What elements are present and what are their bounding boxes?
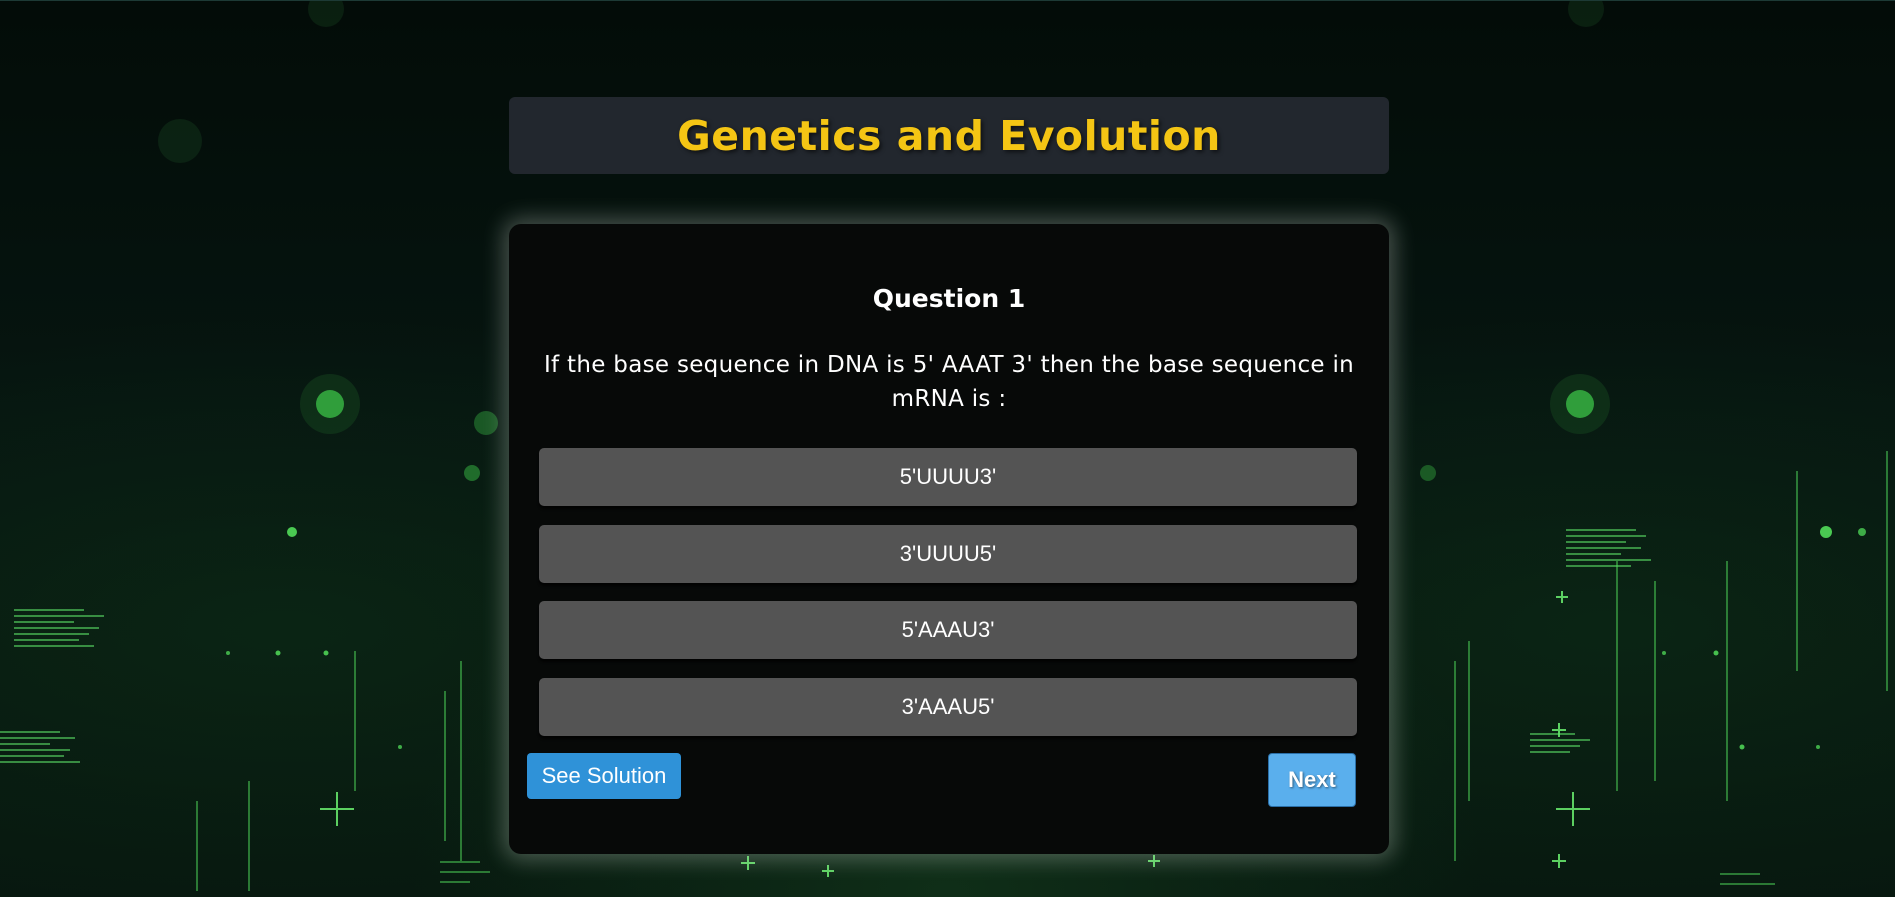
see-solution-button[interactable]: See Solution — [527, 753, 681, 799]
answer-option-4[interactable]: 3'AAAU5' — [539, 678, 1357, 736]
quiz-title: Genetics and Evolution — [677, 111, 1221, 160]
answer-option-3[interactable]: 5'AAAU3' — [539, 601, 1357, 659]
question-number: Question 1 — [872, 284, 1026, 313]
question-text: If the base sequence in DNA is 5' AAAT 3… — [543, 352, 1355, 412]
next-button[interactable]: Next — [1268, 753, 1356, 807]
answer-option-1[interactable]: 5'UUUU3' — [539, 448, 1357, 506]
quiz-title-bar: Genetics and Evolution — [509, 97, 1389, 174]
question-card: Question 1 If the base sequence in DNA i… — [509, 224, 1389, 854]
answer-option-2[interactable]: 3'UUUU5' — [539, 525, 1357, 583]
